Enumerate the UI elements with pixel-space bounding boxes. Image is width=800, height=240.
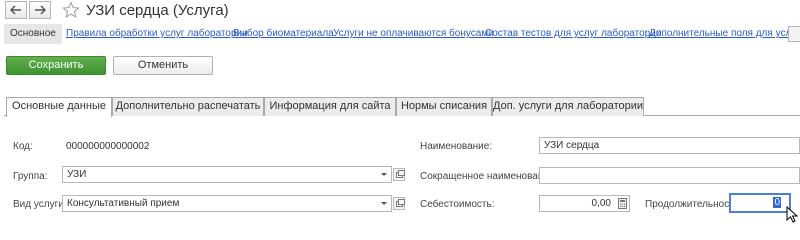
service-type-label: Вид услуги: xyxy=(13,199,67,210)
calculator-icon[interactable] xyxy=(617,198,628,209)
link-lab-rules[interactable]: Правила обработки услуг лаборатории xyxy=(66,24,248,44)
link-main[interactable]: Основное xyxy=(4,24,62,44)
short-name-label: Сокращенное наименование: xyxy=(420,171,558,182)
name-field[interactable]: УЗИ сердца xyxy=(539,137,800,154)
tab-write-off[interactable]: Нормы списания xyxy=(396,97,492,116)
group-label: Группа: xyxy=(13,171,48,182)
link-extra-fields[interactable]: Дополнительные поля для услуг xyxy=(649,24,800,44)
service-type-value: Консультативный прием xyxy=(67,198,180,209)
code-label: Код: xyxy=(13,141,33,152)
duration-label: Продолжительность: xyxy=(645,199,742,210)
cancel-button[interactable]: Отменить xyxy=(113,56,213,75)
short-name-field[interactable] xyxy=(539,167,800,184)
back-button[interactable] xyxy=(5,1,27,19)
mouse-pointer-icon xyxy=(786,206,799,223)
duration-field[interactable]: 0 xyxy=(729,193,791,213)
chevron-down-icon[interactable] xyxy=(377,196,391,211)
tab-main-data[interactable]: Основные данные xyxy=(6,97,112,117)
chevron-down-icon[interactable] xyxy=(377,167,391,182)
open-service-type-icon[interactable] xyxy=(393,197,405,210)
link-no-bonus[interactable]: Услуги не оплачиваются бонусами xyxy=(333,24,494,44)
link-lab-tests[interactable]: Состав тестов для услуг лаборатории xyxy=(485,24,661,44)
forward-button[interactable] xyxy=(29,1,51,19)
cost-value: 0,00 xyxy=(591,198,611,209)
arrow-left-icon xyxy=(10,5,21,15)
navigation-links-bar: Основное Правила обработки услуг лаборат… xyxy=(0,22,800,46)
link-biomaterial[interactable]: Выбор биоматериала xyxy=(233,24,334,44)
save-button[interactable]: Сохранить xyxy=(6,56,106,75)
star-icon[interactable] xyxy=(62,1,80,19)
group-field[interactable]: УЗИ xyxy=(62,166,392,183)
tab-lab-extra-services[interactable]: Доп. услуги для лаборатории xyxy=(492,97,644,116)
group-value: УЗИ xyxy=(67,169,87,180)
name-label: Наименование: xyxy=(420,141,493,152)
arrow-right-icon xyxy=(35,5,46,15)
duration-value: 0 xyxy=(773,197,781,208)
cost-label: Себестоимость: xyxy=(420,199,495,210)
links-scroll-button[interactable] xyxy=(788,26,800,42)
tab-extra-print[interactable]: Дополнительно распечатать xyxy=(112,97,264,116)
tab-site-info[interactable]: Информация для сайта xyxy=(264,97,396,116)
page-title: УЗИ сердца (Услуга) xyxy=(86,2,229,19)
open-group-icon[interactable] xyxy=(393,168,405,181)
service-type-field[interactable]: Консультативный прием xyxy=(62,195,392,212)
code-value: 000000000000002 xyxy=(66,141,150,152)
